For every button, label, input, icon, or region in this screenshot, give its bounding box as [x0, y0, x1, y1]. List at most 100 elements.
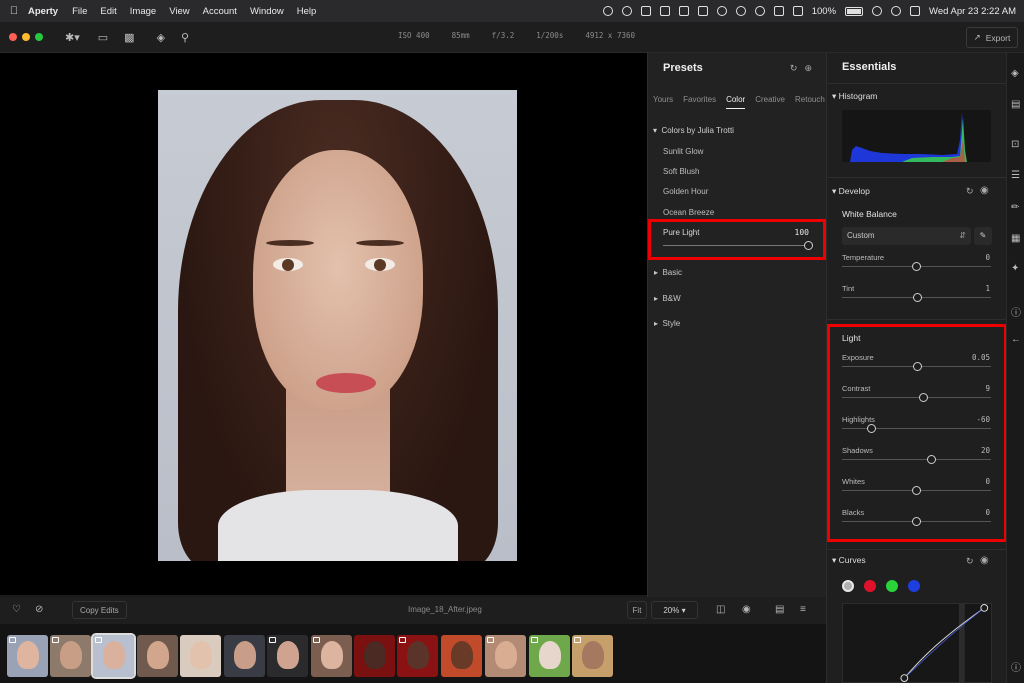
thumbnail[interactable] — [311, 635, 352, 677]
folder-icon[interactable]: ▭ — [98, 31, 108, 44]
tab-creative[interactable]: Creative — [755, 95, 785, 109]
category-bw[interactable]: ▸ B&W — [654, 294, 681, 303]
thumbnail[interactable] — [485, 635, 526, 677]
curve-channel-green[interactable] — [886, 580, 898, 592]
sparkle-icon[interactable]: ✦ — [1011, 263, 1019, 274]
eyedropper-icon[interactable]: ✎ — [974, 227, 992, 245]
zoom-window-button[interactable] — [35, 33, 43, 41]
curves-visibility-eye-icon[interactable]: ◉ — [980, 555, 989, 566]
white-balance-dropdown[interactable]: Custom ⇵ — [842, 227, 971, 245]
control-center-icon[interactable] — [910, 6, 921, 16]
whites-slider-handle[interactable] — [912, 486, 921, 495]
preset-pure-light[interactable]: Pure Light — [663, 228, 699, 237]
preview-eye-icon[interactable]: ◉ — [742, 604, 751, 615]
menu-file[interactable]: File — [72, 6, 87, 17]
menu-edit[interactable]: Edit — [100, 6, 116, 17]
exposure-value[interactable]: 0.05 — [972, 353, 990, 362]
shadows-slider-handle[interactable] — [926, 455, 936, 464]
play-icon[interactable] — [792, 6, 803, 16]
wifi-icon[interactable] — [872, 6, 883, 16]
thumbnail[interactable] — [397, 635, 438, 677]
menu-app-name[interactable]: Aperty — [28, 6, 58, 17]
sort-icon[interactable]: ≡ — [800, 604, 806, 615]
image-canvas[interactable] — [0, 53, 647, 595]
menu-window[interactable]: Window — [250, 6, 284, 17]
highlights-slider-track[interactable] — [842, 428, 991, 429]
menu-view[interactable]: View — [169, 6, 189, 17]
reject-icon[interactable]: ⊘ — [35, 604, 43, 615]
curve-channel-luminance[interactable] — [842, 580, 854, 592]
thumbnail[interactable] — [50, 635, 91, 677]
crop-icon[interactable]: ⊡ — [1011, 139, 1019, 150]
curve-channel-blue[interactable] — [908, 580, 920, 592]
whites-value[interactable]: 0 — [985, 477, 990, 486]
filmstrip-toggle-icon[interactable]: ▤ — [775, 604, 784, 615]
copy-edits-button[interactable]: Copy Edits — [72, 601, 127, 619]
compare-icon[interactable]: ◫ — [716, 604, 725, 615]
menu-help[interactable]: Help — [297, 6, 317, 17]
adjust-sliders-icon[interactable]: ☰ — [1011, 170, 1020, 181]
import-icon[interactable]: ▩ — [124, 31, 134, 44]
airpods-icon[interactable] — [735, 6, 746, 16]
record-icon[interactable] — [602, 6, 613, 16]
category-style[interactable]: ▸ Style — [654, 319, 680, 328]
batch-tool-icon[interactable]: ▤ — [1011, 99, 1020, 110]
help-icon[interactable]: ⓘ — [1011, 659, 1021, 674]
develop-section-header[interactable]: ▾ Develop — [832, 186, 870, 197]
shadows-slider-track[interactable] — [842, 459, 991, 460]
shadows-value[interactable]: 20 — [981, 446, 990, 455]
thumbnail[interactable] — [180, 635, 221, 677]
curves-section-header[interactable]: ▾ Curves — [832, 555, 866, 566]
tab-color[interactable]: Color — [726, 95, 746, 109]
export-button[interactable]: ↗ Export — [966, 27, 1018, 48]
battery-icon[interactable] — [845, 6, 864, 16]
bluetooth-icon[interactable] — [773, 6, 784, 16]
preset-group-header[interactable]: ▾ Colors by Julia Trotti — [653, 126, 734, 135]
curve-editor[interactable] — [842, 603, 992, 683]
preset-ocean-breeze[interactable]: Ocean Breeze — [663, 208, 714, 217]
tab-yours[interactable]: Yours — [653, 95, 673, 109]
eraser-icon[interactable]: ◈ — [157, 31, 165, 44]
eye-status-icon[interactable] — [621, 6, 632, 16]
temperature-slider-handle[interactable] — [912, 262, 921, 271]
menu-image[interactable]: Image — [130, 6, 156, 17]
retouch-brush-icon[interactable]: ✏ — [1011, 202, 1019, 213]
highlights-value[interactable]: -60 — [976, 415, 990, 424]
thumbnail[interactable] — [7, 635, 48, 677]
category-basic[interactable]: ▸ Basic — [654, 268, 682, 277]
pure-light-slider-track[interactable] — [663, 245, 808, 246]
tab-favorites[interactable]: Favorites — [683, 95, 716, 109]
thumbnail[interactable] — [529, 635, 570, 677]
fit-button[interactable]: Fit — [627, 601, 647, 619]
search-icon[interactable] — [891, 6, 902, 16]
thumbnail[interactable] — [137, 635, 178, 677]
curve-channel-red[interactable] — [864, 580, 876, 592]
preset-sunlit-glow[interactable]: Sunlit Glow — [663, 147, 703, 156]
image-status-icon[interactable] — [678, 6, 689, 16]
info-icon[interactable]: ⓘ — [1011, 304, 1021, 319]
display-icon[interactable] — [659, 6, 670, 16]
thumbnail[interactable] — [224, 635, 265, 677]
add-preset-icon[interactable]: ⊕ — [804, 63, 812, 74]
history-back-icon[interactable]: ← — [1011, 334, 1021, 345]
clipboard-icon[interactable] — [640, 6, 651, 16]
pure-light-slider-handle[interactable] — [803, 241, 813, 250]
presets-tool-icon[interactable]: ◈ — [1011, 68, 1019, 79]
thumbnail-active[interactable] — [91, 633, 136, 679]
contrast-value[interactable]: 9 — [985, 384, 990, 393]
contrast-slider-track[interactable] — [842, 397, 991, 398]
thumbnail[interactable] — [441, 635, 482, 677]
blacks-slider-handle[interactable] — [912, 517, 921, 526]
menu-account[interactable]: Account — [203, 6, 237, 17]
heart-icon[interactable]: ♡ — [12, 604, 21, 615]
curves-reset-icon[interactable]: ↻ — [966, 556, 974, 567]
develop-visibility-eye-icon[interactable]: ◉ — [980, 185, 989, 196]
tab-retouch[interactable]: Retouch — [795, 95, 825, 109]
zoom-dropdown[interactable]: 20% ▾ — [651, 601, 698, 619]
thumbnail[interactable] — [267, 635, 308, 677]
asterisk-tool-icon[interactable]: ✱▾ — [65, 31, 80, 44]
clock[interactable]: Wed Apr 23 2:22 AM — [929, 6, 1016, 17]
minimize-window-button[interactable] — [22, 33, 30, 41]
magnifier-icon[interactable]: ⚲ — [181, 31, 189, 44]
develop-reset-icon[interactable]: ↻ — [966, 186, 974, 197]
